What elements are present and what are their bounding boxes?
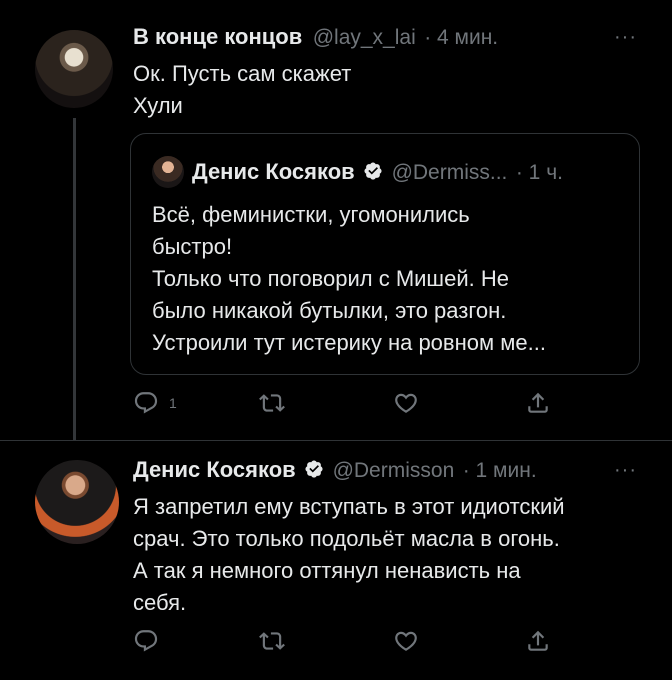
- reply-count: 1: [169, 395, 177, 411]
- author-handle[interactable]: @lay_x_lai: [313, 26, 416, 49]
- more-options-button[interactable]: ···: [614, 459, 637, 482]
- like-icon: [395, 631, 417, 651]
- like-button[interactable]: [393, 390, 419, 416]
- share-button[interactable]: [525, 628, 551, 654]
- author-name[interactable]: Денис Косяков: [133, 457, 296, 482]
- reply-button[interactable]: 1: [133, 390, 177, 416]
- tweet-header: В конце концов @lay_x_lai · 4 мин.: [133, 24, 498, 50]
- retweet-icon: [259, 632, 285, 650]
- quote-header: Денис Косяков @Dermiss... · 1 ч.: [192, 159, 563, 185]
- retweet-icon: [259, 394, 285, 412]
- tweet-time[interactable]: · 4 мин.: [424, 26, 498, 49]
- author-handle[interactable]: @Dermisson: [333, 459, 455, 482]
- thread-line: [73, 118, 76, 440]
- share-icon: [528, 630, 548, 651]
- quote-author-name: Денис Косяков: [192, 159, 355, 184]
- retweet-button[interactable]: [259, 628, 285, 654]
- avatar[interactable]: [152, 156, 184, 188]
- verified-icon: [305, 460, 323, 478]
- reply-button[interactable]: [133, 628, 159, 654]
- author-name[interactable]: В конце концов: [133, 24, 302, 49]
- divider: [0, 440, 672, 441]
- share-icon: [528, 392, 548, 413]
- share-button[interactable]: [525, 390, 551, 416]
- verified-icon: [364, 162, 382, 180]
- tweet-text: Я запретил ему вступать в этот идиотский…: [133, 494, 565, 615]
- more-options-button[interactable]: ···: [614, 26, 637, 49]
- quote-author-handle: @Dermiss...: [391, 161, 508, 184]
- avatar[interactable]: [35, 460, 119, 544]
- tweet-time[interactable]: · 1 мин.: [463, 459, 537, 482]
- like-icon: [395, 393, 417, 413]
- quote-time: · 1 ч.: [515, 161, 563, 184]
- tweet-text: Ок. Пусть сам скажет Хули: [133, 61, 352, 118]
- like-button[interactable]: [393, 628, 419, 654]
- quote-text: Всё, феминистки, угомонились быстро! Тол…: [152, 202, 546, 355]
- retweet-button[interactable]: [259, 390, 285, 416]
- avatar[interactable]: [35, 30, 113, 108]
- reply-icon: [134, 630, 158, 652]
- reply-icon: [134, 392, 158, 414]
- tweet-header: Денис Косяков @Dermisson · 1 мин.: [133, 457, 537, 483]
